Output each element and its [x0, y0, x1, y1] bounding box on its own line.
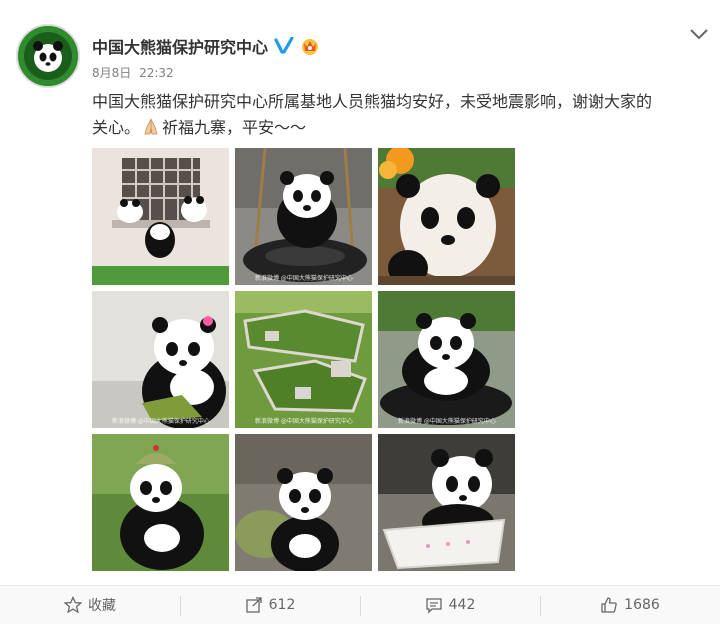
- favorite-label: 收藏: [88, 598, 116, 614]
- image-watermark: 新浪微博 @中国大熊猫保护研究中心: [255, 275, 353, 282]
- post-text-line-2: 关心。 祈福九寨，平安～～: [92, 115, 712, 141]
- photo-base-aerial-view[interactable]: 新浪微博 @中国大熊猫保护研究中心: [235, 291, 372, 428]
- vip-crown-icon[interactable]: [300, 37, 320, 55]
- praying-hands-icon: [142, 118, 160, 136]
- repost-icon: [245, 597, 262, 613]
- like-button[interactable]: 1686: [540, 586, 720, 624]
- photo-panda-rocks[interactable]: [235, 434, 372, 571]
- comment-button[interactable]: 442: [360, 586, 540, 624]
- image-watermark: 新浪微博 @中国大熊猫保护研究中心: [112, 418, 210, 425]
- post-time: 22:32: [139, 66, 174, 80]
- photo-panda-green-hat[interactable]: [92, 434, 229, 571]
- avatar[interactable]: [16, 24, 80, 88]
- post-text-line-1: 中国大熊猫保护研究中心所属基地人员熊猫均安好，未受地震影响，谢谢大家的: [92, 92, 653, 111]
- comment-count: 442: [448, 597, 476, 613]
- repost-button[interactable]: 612: [180, 586, 360, 624]
- photo-panda-tire-swing[interactable]: 新浪微博 @中国大熊猫保护研究中心: [235, 148, 372, 285]
- thumbs-up-icon: [601, 597, 617, 613]
- star-icon: [64, 596, 82, 614]
- repost-count: 612: [268, 597, 296, 613]
- photo-pandas-window[interactable]: [92, 148, 229, 285]
- photo-panda-in-tire[interactable]: 新浪微博 @中国大熊猫保护研究中心: [378, 291, 515, 428]
- verified-v-icon: [274, 36, 294, 55]
- post-text-segment: 祈福九寨，平安～～: [162, 118, 307, 137]
- favorite-button[interactable]: 收藏: [0, 586, 180, 624]
- author-name[interactable]: 中国大熊猫保护研究中心: [92, 34, 268, 58]
- chevron-down-icon[interactable]: [688, 26, 710, 42]
- panda-logo-avatar: [18, 26, 78, 86]
- post-timestamp[interactable]: 8月8日 22:32: [92, 64, 178, 81]
- like-count: 1686: [624, 597, 660, 613]
- comment-icon: [425, 598, 442, 614]
- post-header: 中国大熊猫保护研究中心: [92, 34, 320, 58]
- photo-panda-pink-bow[interactable]: 新浪微博 @中国大熊猫保护研究中心: [92, 291, 229, 428]
- image-watermark: 新浪微博 @中国大熊猫保护研究中心: [398, 418, 496, 425]
- photo-panda-bathtub[interactable]: [378, 434, 515, 571]
- weibo-post-card: 中国大熊猫保护研究中心 8月8日 22:32 中国大熊猫保护研究中心所属基地人员…: [0, 0, 720, 624]
- image-watermark: 新浪微博 @中国大熊猫保护研究中心: [255, 418, 353, 425]
- post-text: 中国大熊猫保护研究中心所属基地人员熊猫均安好，未受地震影响，谢谢大家的 关心。 祈…: [92, 89, 712, 141]
- action-bar: 收藏 612 442 1686: [0, 585, 720, 624]
- photo-panda-flowers[interactable]: [378, 148, 515, 285]
- post-text-segment: 关心。: [92, 118, 141, 137]
- post-date: 8月8日: [92, 66, 132, 80]
- image-grid: 新浪微博 @中国大熊猫保护研究中心 新浪微博 @中国大熊猫保护研究中心 新浪微博…: [92, 148, 515, 572]
